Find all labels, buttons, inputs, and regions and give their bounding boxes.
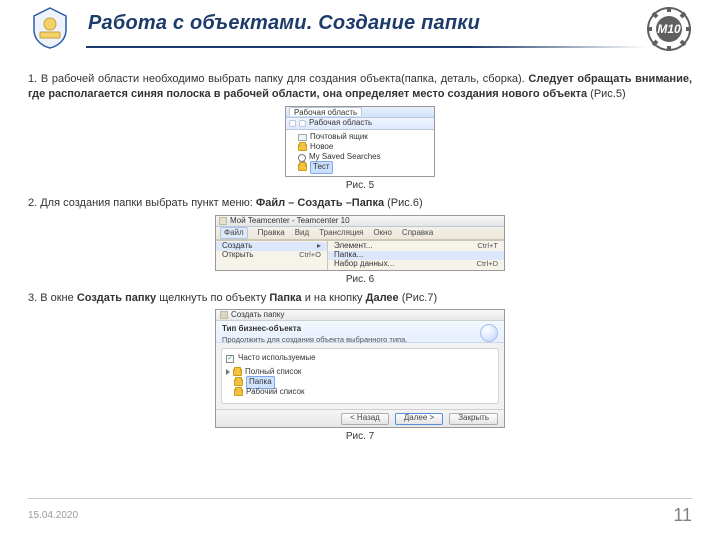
app-icon [219, 217, 227, 225]
checkbox-icon: ✓ [226, 355, 234, 363]
menuitem-open: ОткрытьCtrl+O [216, 251, 327, 260]
back-button: < Назад [341, 413, 389, 425]
figure-7: Создать папку Тип бизнес-объекта Продолж… [215, 309, 505, 428]
slide-body: 1. В рабочей области необходимо выбрать … [28, 70, 692, 484]
caption-5: Рис. 5 [28, 179, 692, 193]
tree-item-selected: Тест [298, 163, 430, 173]
menu-help: Справка [402, 228, 433, 239]
next-button: Далее > [395, 413, 443, 425]
page-number: 11 [673, 505, 692, 526]
close-button: Закрыть [449, 413, 498, 425]
wizard-icon [480, 324, 498, 342]
figure-5: Рабочая область Рабочая область Почтовый… [285, 106, 435, 177]
figure-6: Мой Teamcenter - Teamcenter 10 Файл Прав… [215, 215, 505, 271]
app-icon [220, 311, 228, 319]
frequent-checkbox-row: ✓ Часто используемые [226, 353, 494, 364]
caption-7: Рис. 7 [28, 430, 692, 444]
m10-gear-logo: М10 [646, 6, 692, 57]
toolbar-icon [299, 120, 306, 127]
menu-view: Вид [295, 228, 309, 239]
folder-icon [298, 164, 307, 171]
submenu-dataset: Набор данных...Ctrl+D [328, 260, 504, 269]
folder-icon [234, 389, 243, 396]
menu-window: Окно [373, 228, 392, 239]
fig7-section-sub: Продолжить для создания объекта выбранно… [222, 335, 407, 345]
tree-item: Новое [298, 143, 430, 153]
step2-text: 2. Для создания папки выбрать пункт меню… [28, 196, 692, 211]
fig5-tab: Рабочая область [289, 107, 362, 116]
fig6-title: Мой Teamcenter - Teamcenter 10 [230, 216, 350, 227]
folder-icon [234, 379, 243, 386]
menu-file: Файл [220, 227, 248, 240]
svg-text:М10: М10 [657, 22, 681, 36]
expand-icon [226, 369, 230, 375]
tree-item: Почтовый ящик [298, 133, 430, 143]
footer: 15.04.2020 11 [28, 498, 692, 526]
fig5-panel-title: Рабочая область [309, 118, 372, 129]
mail-icon [298, 134, 307, 141]
step1-text: 1. В рабочей области необходимо выбрать … [28, 72, 692, 102]
menu-edit: Правка [258, 228, 285, 239]
fig7-title: Создать папку [231, 310, 284, 321]
bmstu-crest [28, 6, 72, 55]
search-icon [298, 154, 306, 162]
toolbar-icon [289, 120, 296, 127]
menu-translation: Трансляция [319, 228, 363, 239]
footer-date: 15.04.2020 [28, 510, 78, 521]
folder-icon [298, 144, 307, 151]
tree-item-worklist: Рабочий список [234, 387, 494, 397]
fig7-section-title: Тип бизнес-объекта [222, 324, 407, 335]
header-rule [86, 46, 648, 48]
page-title: Работа с объектами. Создание папки [88, 12, 648, 35]
step3-text: 3. В окне Создать папку щелкнуть по объе… [28, 291, 692, 306]
caption-6: Рис. 6 [28, 273, 692, 287]
tree-item-folder: Папка [234, 377, 494, 387]
menubar: Файл Правка Вид Трансляция Окно Справка [216, 227, 504, 240]
folder-icon [233, 369, 242, 376]
